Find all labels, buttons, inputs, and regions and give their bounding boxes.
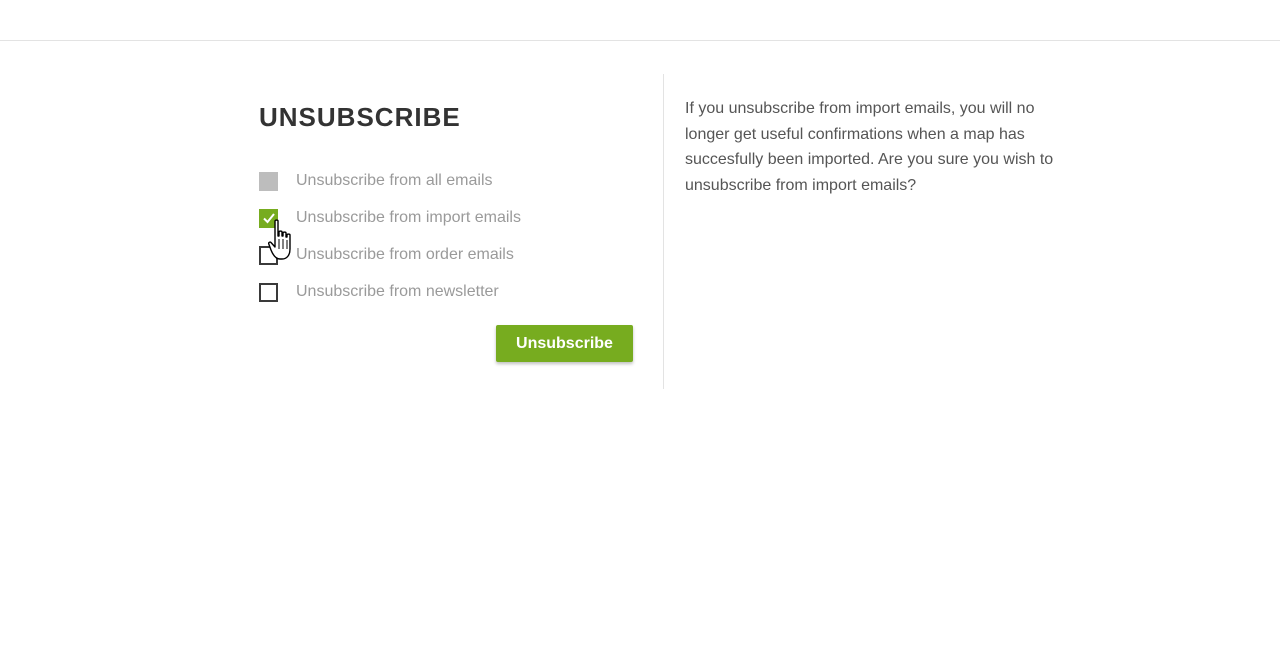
unsubscribe-page: UNSUBSCRIBE Unsubscribe from all emails …: [0, 0, 1280, 655]
header-divider: [0, 40, 1280, 41]
option-label-all-emails: Unsubscribe from all emails: [296, 172, 493, 189]
option-import-emails[interactable]: Unsubscribe from import emails: [259, 207, 639, 229]
check-icon: [262, 213, 275, 224]
option-order-emails[interactable]: Unsubscribe from order emails: [259, 244, 639, 266]
unsubscribe-form: UNSUBSCRIBE Unsubscribe from all emails …: [259, 100, 639, 362]
option-label-import-emails: Unsubscribe from import emails: [296, 209, 521, 226]
option-label-newsletter: Unsubscribe from newsletter: [296, 283, 499, 300]
unsubscribe-button[interactable]: Unsubscribe: [496, 325, 633, 362]
checkbox-newsletter[interactable]: [259, 282, 278, 302]
option-newsletter[interactable]: Unsubscribe from newsletter: [259, 281, 639, 303]
checkbox-import-emails[interactable]: [259, 208, 278, 228]
checkbox-all-emails[interactable]: [259, 171, 278, 191]
option-all-emails[interactable]: Unsubscribe from all emails: [259, 170, 639, 192]
page-title: UNSUBSCRIBE: [259, 102, 461, 132]
info-message: If you unsubscribe from import emails, y…: [685, 100, 1054, 195]
column-divider: [663, 74, 664, 389]
checkbox-order-emails[interactable]: [259, 245, 278, 265]
option-label-order-emails: Unsubscribe from order emails: [296, 246, 514, 263]
